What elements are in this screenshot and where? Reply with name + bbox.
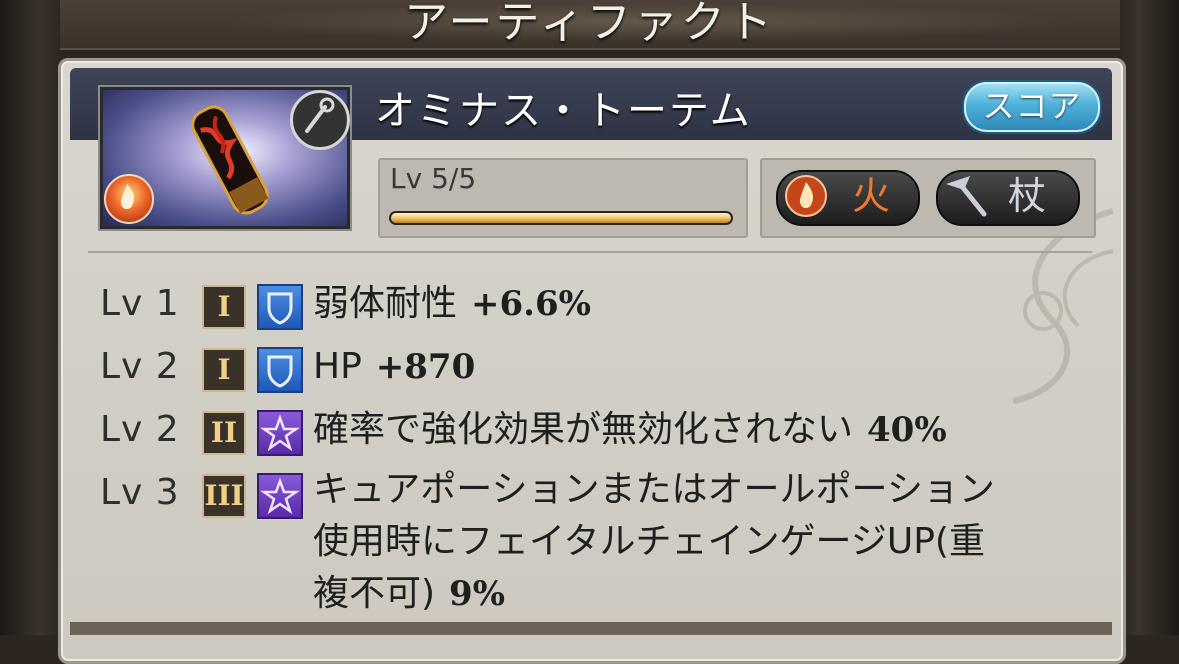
star-icon [257,473,303,519]
weapon-tag-label: 杖 [1008,174,1047,218]
shield-glyph [267,292,293,325]
tier-badge: I [202,285,246,329]
staff-glyph [305,97,335,133]
shield-icon [257,284,303,330]
skill-level: Lv 2 [100,346,180,387]
skill-text: 確率で強化効果が無効化されない [313,409,854,450]
flame-glyph [120,184,135,209]
tier-badge: I [202,348,246,392]
element-tag-label: 火 [852,174,891,218]
skill-text: HP [313,346,362,387]
totem-image [191,105,269,215]
shield-icon [257,347,303,393]
level-bar-fill [391,213,731,223]
fire-element-icon [104,174,154,224]
skill-level: Lv 1 [100,283,180,324]
skill-description: 弱体耐性 +6.6% [313,278,1073,330]
skill-value: +870 [375,347,476,387]
skill-text-line: 複不可) [313,573,436,614]
staff-tag-icon [946,176,987,217]
skill-description: HP +870 [313,341,1073,393]
skill-level: Lv 2 [100,409,180,450]
panel-bottom-edge [70,622,1112,635]
tier-badge: II [202,411,246,455]
star-glyph [260,477,300,515]
level-text: Lv 5/5 [390,162,477,195]
artifact-name: オミナス・トーテム [375,88,752,134]
skill-level: Lv 3 [100,472,180,513]
divider [88,251,1092,253]
staff-icon [290,90,350,150]
fire-tag-icon [785,175,827,217]
score-button[interactable]: スコア [962,80,1102,134]
skill-text-line: キュアポーションまたはオールポーション [313,469,995,510]
element-tag [776,170,920,226]
window-title: アーティファクト [404,0,775,48]
star-glyph [260,414,300,452]
skill-value: +6.6% [471,284,591,324]
skill-description: 確率で強化効果が無効化されない 40% [313,404,1073,456]
shield-glyph [267,355,293,388]
skill-text: 弱体耐性 [313,283,458,324]
tier-badge: III [202,474,246,518]
skill-description: キュアポーションまたはオールポーション 使用時にフェイタルチェインゲージUP(重… [313,464,1073,620]
star-icon [257,410,303,456]
skill-value: 9% [449,574,506,614]
skill-value: 40% [867,410,947,450]
skill-text-line: 使用時にフェイタルチェインゲージUP(重 [313,521,985,562]
